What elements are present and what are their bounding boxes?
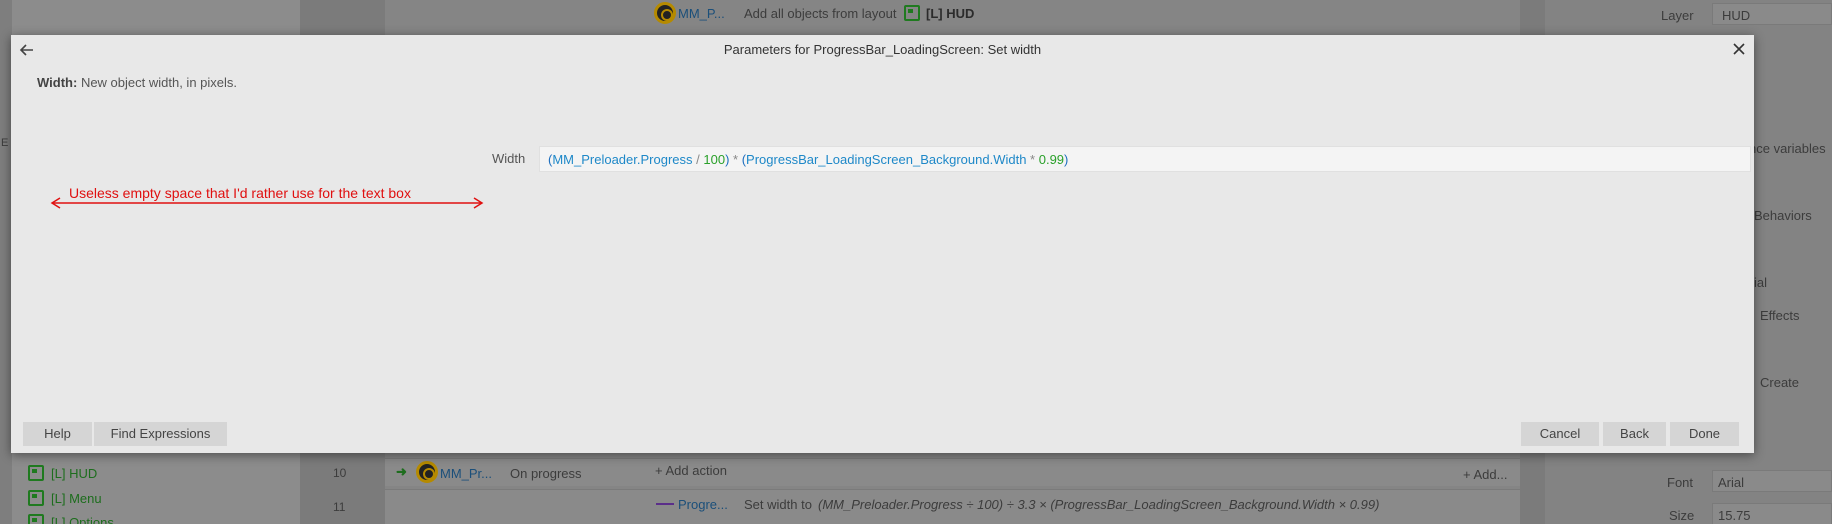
expr-token: )	[1064, 152, 1069, 167]
done-button[interactable]: Done	[1670, 422, 1739, 446]
parameters-dialog: Parameters for ProgressBar_LoadingScreen…	[11, 35, 1754, 453]
description-text: New object width, in pixels.	[80, 75, 238, 90]
preloader-icon	[654, 2, 676, 24]
width-param-label: Width	[492, 151, 526, 166]
size-value: 15.75	[1718, 508, 1751, 523]
top-action-text: Add all objects from layout	[744, 6, 897, 21]
layer-label: Layer	[1661, 8, 1694, 23]
expr-token: *	[1026, 152, 1039, 167]
close-icon[interactable]	[1729, 39, 1749, 59]
row10-add-action[interactable]: + Add action	[655, 463, 727, 478]
help-button[interactable]: Help	[23, 422, 92, 446]
layout-icon	[904, 5, 920, 21]
behaviors-link[interactable]: Behaviors	[1754, 208, 1812, 223]
find-expressions-button[interactable]: Find Expressions	[94, 422, 227, 446]
dialog-title: Parameters for ProgressBar_LoadingScreen…	[723, 42, 1042, 57]
layout-icon-menu	[28, 490, 44, 506]
row-number-11: 11	[333, 500, 346, 514]
parameter-description: Width: New object width, in pixels.	[37, 75, 237, 90]
top-object-name: MM_P...	[678, 6, 725, 21]
arrow-icon: ➜	[396, 464, 407, 479]
annotation-text: Useless empty space that I'd rather use …	[69, 185, 411, 201]
font-partial: ial	[1754, 275, 1768, 290]
dialog-header: Parameters for ProgressBar_LoadingScreen…	[11, 35, 1754, 65]
row-number-10: 10	[333, 466, 347, 480]
description-label: Width:	[37, 75, 78, 90]
row11-action: Set width to	[744, 497, 812, 512]
layout-icon-options	[28, 514, 44, 524]
layout-item-menu[interactable]: [L] Menu	[51, 491, 102, 506]
expr-token: *	[729, 152, 742, 167]
expr-token: 0.99	[1038, 152, 1065, 167]
progressbar-icon	[656, 503, 674, 505]
layout-item-options[interactable]: [L] Options	[51, 515, 114, 524]
expr-token: MM_Preloader.Progress	[552, 152, 693, 167]
layout-icon-hud	[28, 465, 44, 481]
top-action-target: [L] HUD	[926, 6, 975, 21]
row10-object: MM_Pr...	[440, 466, 493, 481]
preloader-icon-row10	[416, 461, 438, 483]
width-expression-input[interactable]: (MM_Preloader.Progress / 100) * (Progres…	[539, 146, 1751, 172]
font-label: Font	[1667, 475, 1694, 490]
layer-value: HUD	[1722, 8, 1751, 23]
create-link[interactable]: Create	[1760, 375, 1799, 390]
expr-token: /	[692, 152, 704, 167]
row11-object: Progre...	[678, 497, 728, 512]
expr-token: ProgressBar_LoadingScreen_Background.Wid…	[746, 152, 1027, 167]
row10-add[interactable]: + Add...	[1463, 467, 1507, 482]
cancel-button[interactable]: Cancel	[1521, 422, 1599, 446]
instance-variables-link[interactable]: nce variables	[1749, 141, 1826, 156]
expr-token: 100	[703, 152, 726, 167]
left-edge-char: E	[1, 137, 9, 149]
back-button[interactable]: Back	[1603, 422, 1666, 446]
effects-link[interactable]: Effects	[1760, 308, 1800, 323]
row10-condition: On progress	[510, 466, 582, 481]
font-value: Arial	[1718, 475, 1745, 490]
row11-action-expr: (MM_Preloader.Progress ÷ 100) ÷ 3.3 × (P…	[818, 497, 1380, 512]
size-label: Size	[1669, 508, 1695, 523]
layout-item-hud[interactable]: [L] HUD	[51, 466, 97, 481]
